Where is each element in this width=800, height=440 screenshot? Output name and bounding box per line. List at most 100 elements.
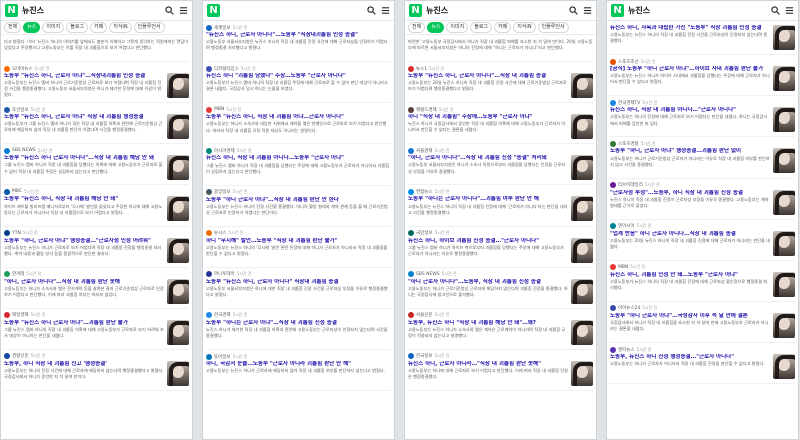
press-name[interactable]: 연합뉴스	[416, 189, 433, 195]
tab-4[interactable]: 카페	[90, 22, 108, 33]
news-item[interactable]: 뉴스1 5시간 전 노동부 "뉴진스 하니, 근로자 아니다"…직장 내 괴롭힘 종…	[408, 62, 593, 104]
news-thumbnail[interactable]	[773, 25, 795, 50]
search-query[interactable]: 뉴진스	[426, 5, 569, 16]
news-headline-link[interactable]: "하니, 근로자 아니다"…직장 내 괴롭힘 진정 "종결" 처리돼	[408, 155, 568, 162]
press-name[interactable]: 엔터뉴스	[618, 347, 635, 353]
press-name[interactable]: SBS NEWS	[12, 148, 36, 153]
news-thumbnail[interactable]	[773, 271, 795, 297]
news-item[interactable]: 스포츠조선 5시간 전 [공식] 노동부 "하니 근로자 아냐"…하이브 사내 괴롭…	[610, 55, 795, 97]
press-name[interactable]: 한겨레	[12, 271, 24, 277]
news-item[interactable]: 한국경제 5시간 전 노동부 "하니는 근로자 아냐"…직장 내 괴롭힘 진정 종결…	[206, 309, 391, 351]
naver-logo-icon[interactable]: N	[409, 4, 422, 17]
news-headline-link[interactable]: "하니, 근로자 아니다"…직장 내 괴롭힘 판단 못해	[4, 279, 164, 286]
press-name[interactable]: 스포츠경향	[618, 141, 639, 147]
news-thumbnail[interactable]	[571, 196, 593, 222]
press-name[interactable]: 세계일보	[214, 25, 231, 31]
press-name[interactable]: SBS NEWS	[416, 272, 440, 277]
news-thumbnail[interactable]	[167, 155, 189, 181]
menu-icon[interactable]	[179, 6, 188, 15]
news-headline-link[interactable]: 뉴진스 하니, 사옥과 대립한 가진 "노동부" 직장 괴롭힘 인정 종결	[610, 25, 770, 32]
search-query[interactable]: 뉴진스	[22, 5, 165, 16]
news-item[interactable]: 텐아시아 5시간 전 "업계 반응" 하니 근로자 아니다…직장 내 괴롭힘 종결 고…	[610, 220, 795, 261]
news-item[interactable]: 서울경제 5시간 전 "하니, 근로자 아니다"…직장 내 괴롭힘 진정 "종결" …	[408, 144, 593, 186]
news-item[interactable]: YTN 5시간 전 노동부 "하니, 근로자 아냐" 행정종결…"근로자성 인정 어…	[4, 227, 189, 268]
news-thumbnail[interactable]	[571, 360, 593, 386]
press-name[interactable]: 경향신문	[12, 353, 29, 359]
press-name[interactable]: MBC	[12, 189, 22, 194]
news-thumbnail[interactable]	[773, 148, 795, 174]
news-item[interactable]: 경향신문 5시간 전 노동부, 하니 직장 내 괴롭힘 신고 '행정종결' 고용노동부…	[4, 350, 189, 392]
news-thumbnail[interactable]	[773, 189, 795, 215]
news-headline-link[interactable]: [공식] 노동부 "하니 근로자 아냐"…하이브 사내 괴롭힘 판단 불가	[610, 66, 770, 73]
tab-0[interactable]: 전체	[408, 22, 426, 33]
news-headline-link[interactable]: "근로자성 부정"…노동부, 하니 직장 내 괴롭힘 진정 종결	[610, 190, 770, 197]
search-icon[interactable]	[569, 6, 578, 15]
tab-3[interactable]: 블로그	[470, 22, 493, 33]
news-headline-link[interactable]: 뉴진스 하니, 직장 내 괴롭힘 아니다…"근로자 아니다"	[610, 107, 770, 114]
menu-icon[interactable]	[785, 6, 794, 15]
news-item[interactable]: 한국경제TV 5시간 전 뉴진스 하니, 직장 내 괴롭힘 아니다…"근로자 아니다…	[610, 96, 795, 138]
news-item[interactable]: 세계일보 5시간 전 "뉴진스 하니, 근로자 아니다"…노동부 "직장내괴롭힘 인…	[206, 21, 391, 63]
news-headline-link[interactable]: 노동부 "뉴진스 하니, 근로자 아냐" 직장 내 괴롭힘 행정종결	[4, 114, 164, 121]
news-thumbnail[interactable]	[167, 73, 189, 98]
search-icon[interactable]	[367, 6, 376, 15]
tab-2[interactable]: 이미지	[446, 22, 469, 33]
naver-logo-icon[interactable]: N	[207, 4, 220, 17]
news-thumbnail[interactable]	[167, 196, 189, 222]
news-thumbnail[interactable]	[571, 114, 593, 140]
press-name[interactable]: 한국경제	[214, 312, 231, 318]
news-item[interactable]: 조선일보 5시간 전 노동부 "뉴진스 하니, 근로자 아냐" 직장 내 괴롭힘 행…	[4, 103, 189, 145]
tab-0[interactable]: 전체	[4, 22, 22, 33]
search-icon[interactable]	[165, 6, 174, 15]
news-headline-link[interactable]: 노동부, 뉴진스 하니 진정 행정종결…"근로자 아니다"	[610, 354, 770, 361]
news-item[interactable]: MBN 5시간 전 노동부 "뉴진스 하니, 직장 내 괴롭힘 아냐…근로자 아니다…	[206, 103, 391, 145]
news-item[interactable]: 국민일보 5시간 전 뉴진스 하니, 하이브 괴롭힘 진정 종결…"근로자 아니다"…	[408, 227, 593, 268]
press-name[interactable]: 아이뉴스24	[618, 305, 640, 311]
press-name[interactable]: 디지털타임스	[214, 66, 239, 72]
news-headline-link[interactable]: 노동부 "뉴진스 하니, 근로자 아니다"…직장 내 괴롭힘 종결	[408, 73, 568, 80]
news-item[interactable]: 엔터뉴스 5시간 전 노동부, 뉴진스 하니 진정 행정종결…"근로자 아니다" 고용…	[610, 343, 795, 385]
news-headline-link[interactable]: 뉴진스 하니, 근로자 아니라…"직장 내 괴롭힘 판단 못해"	[408, 361, 568, 368]
press-name[interactable]: 매일경제	[12, 312, 29, 318]
press-name[interactable]: 조선일보	[12, 107, 29, 113]
news-thumbnail[interactable]	[167, 237, 189, 263]
press-name[interactable]: 뉴시스	[214, 230, 226, 236]
news-item[interactable]: 마련한 '고용노동부 국정감사에서 하니가 직장 내 괴롭힘 피해를 호소한 지…	[408, 35, 593, 62]
press-name[interactable]: YTN	[12, 231, 21, 236]
news-thumbnail[interactable]	[571, 237, 593, 263]
news-thumbnail[interactable]	[167, 278, 189, 304]
news-headline-link[interactable]: 노동부 "하니는 근로자 아냐"…직장 내 괴롭힘 진정 종결	[206, 320, 391, 327]
tab-3[interactable]: 블로그	[66, 22, 89, 33]
news-thumbnail[interactable]	[167, 360, 189, 386]
news-headline-link[interactable]: 뉴진스 하니, 괴롭힘 인정 안 돼…노동부 "근로자 아냐"	[610, 272, 770, 279]
press-name[interactable]: 서울신문	[416, 312, 433, 318]
news-headline-link[interactable]: 노동부 "뉴진스 하니, 근로자 아냐"…직장내괴롭힘 인정 종결	[4, 73, 164, 80]
news-headline-link[interactable]: 노동부 "하니, 근로자 아냐" 행정종결…괴롭힘 판단 없이	[610, 148, 770, 155]
news-headline-link[interactable]: 노동부 "하니는 근로자 아니다"…괴롭힘 여부 판단 안 해	[408, 196, 568, 203]
press-name[interactable]: 동아일보	[214, 354, 231, 360]
press-name[interactable]: 서울경제	[416, 148, 433, 154]
news-headline-link[interactable]: 노동부 "하니, 근로자 아냐" 행정종결…"근로자성 인정 어려워"	[4, 238, 164, 245]
news-item[interactable]: 뉴시스 5시간 전 하니 "무시해" 발언…노동부 "직장 내 괴롭힘 판단 불가"…	[206, 227, 391, 268]
press-name[interactable]: 스포츠조선	[618, 59, 639, 65]
news-thumbnail[interactable]	[773, 66, 795, 92]
news-item[interactable]: MBC 5시간 전 노동부 "뉴진스 하니, 직장 내 괴롭힘 해당 안 돼" 하이브…	[4, 185, 189, 227]
news-item[interactable]: 아시아경제 5시간 전 뉴진스 하니, 직장 내 괴롭힘 아니다…노동부 "근로자 …	[206, 144, 391, 186]
naver-logo-icon[interactable]: N	[5, 4, 18, 17]
news-headline-link[interactable]: 노동부 "하니 근로자 아냐"…국정감사 이후 석 달 만에 결론	[610, 313, 770, 320]
press-name[interactable]: 티브이데일리	[618, 182, 643, 188]
news-item[interactable]: 서울신문 5시간 전 노동부, 뉴진스 하니 "직장 내 괴롭힘 해당 안 돼"…왜…	[408, 309, 593, 350]
news-headline-link[interactable]: 노동부 "뉴진스 하니 근로자 아니다"…직장 내 괴롭힘 해당 안 돼	[4, 155, 164, 162]
news-headline-link[interactable]: 뉴진스 하니, 직장 내 괴롭힘 아니다…노동부 "근로자 아냐"	[206, 155, 391, 162]
press-name[interactable]: 중앙일보	[214, 189, 231, 195]
news-item[interactable]: MBN 5시간 전 뉴진스 하니, 괴롭힘 인정 안 돼…노동부 "근로자 아냐" 고…	[610, 261, 795, 302]
news-headline-link[interactable]: 노동부 "뉴진스 하니, 직장 내 괴롭힘 해당 안 돼"	[4, 196, 164, 203]
tab-6[interactable]: 인플루언서	[537, 22, 569, 33]
news-headline-link[interactable]: "뉴진스 하니, 근로자 아니다"…노동부 "직장내괴롭힘 인정 종결"	[206, 32, 391, 39]
press-name[interactable]: 한국일보	[416, 353, 433, 359]
tab-4[interactable]: 카페	[494, 22, 512, 33]
news-item[interactable]: 다고 밝혔다. 이어 '뉴진스 하니의 이야기를 앞에서도 충분히 이해하고 그…	[4, 35, 189, 62]
news-item[interactable]: 뉴진스 하니, 사옥과 대립한 가진 "노동부" 직장 괴롭힘 인정 종결 고용노…	[610, 21, 795, 56]
news-item[interactable]: 헤럴드경제 5시간 전 하니 "직장 내 괴롭힘" 주장에…노동부 "근로자 아냐"…	[408, 103, 593, 145]
news-headline-link[interactable]: "업계 반응" 하니 근로자 아니다…직장 내 괴롭힘 종결	[610, 231, 770, 238]
